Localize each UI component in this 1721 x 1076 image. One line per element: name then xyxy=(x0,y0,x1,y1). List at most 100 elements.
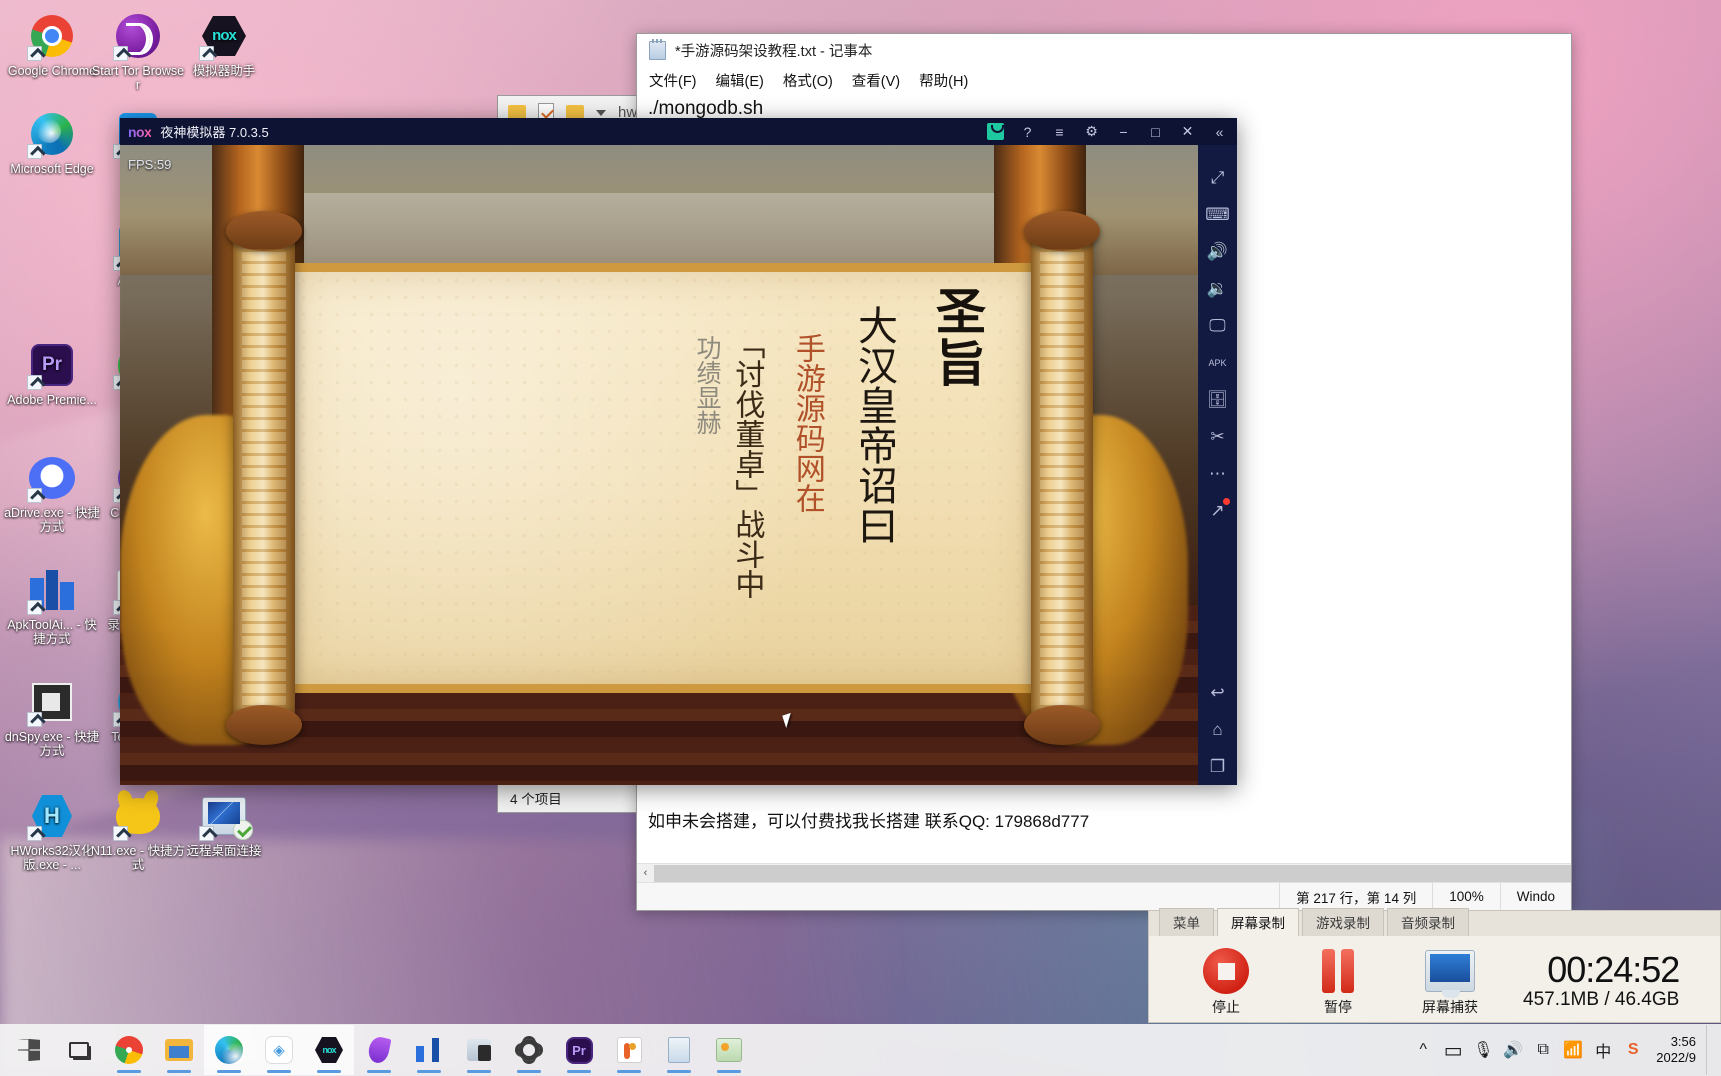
tray-icon-list[interactable]: ^ ▭ 🎙 🔊 ⧉ 📶 中 S xyxy=(1408,1025,1648,1075)
screen-recorder-panel[interactable]: 菜单 屏幕录制 游戏录制 音频录制 停止 暂停 屏幕捕获 00:24:52 457.1… xyxy=(1148,908,1721,1023)
menu-icon[interactable]: ≡ xyxy=(1050,122,1069,141)
zoom-level[interactable]: 100% xyxy=(1432,883,1500,910)
notepad-horizontal-scrollbar[interactable]: ‹ xyxy=(637,863,1571,882)
recorder-tab-1[interactable]: 屏幕录制 xyxy=(1217,908,1299,936)
scroll-rod-right xyxy=(1024,211,1100,745)
store-icon[interactable] xyxy=(986,122,1005,141)
fullscreen-icon[interactable]: ⤢ xyxy=(1198,159,1237,196)
minimize-button[interactable]: − xyxy=(1114,122,1133,141)
notepad-menu-item-2[interactable]: 格式(O) xyxy=(783,70,833,91)
taskbar-file-explorer[interactable] xyxy=(154,1025,204,1075)
collapse-sidebar-button[interactable]: « xyxy=(1210,122,1229,141)
desktop-icon-apktoolai[interactable]: ApkToolAi... - 快捷方式 xyxy=(4,566,100,646)
recorder-tab-3[interactable]: 音频录制 xyxy=(1387,908,1469,936)
desktop-icon-microsoft-edge[interactable]: Microsoft Edge xyxy=(4,110,100,176)
remote-desktop-icon xyxy=(199,792,253,841)
shortcut-arrow-icon xyxy=(113,826,128,841)
pause-icon xyxy=(1295,945,1381,997)
multi-instance-icon[interactable]: 🗄 xyxy=(1198,381,1237,418)
share-export-icon[interactable]: ↗ xyxy=(1198,492,1237,529)
nox-emulator-window[interactable]: nox 夜神模拟器 7.0.3.5 ? ≡ ⚙ − □ ✕ « 圣旨 大汉皇帝诏… xyxy=(120,118,1237,785)
nox-window-controls[interactable]: ? ≡ ⚙ − □ ✕ « xyxy=(986,122,1229,141)
desktop-icon-n11-exe[interactable]: N11.exe - 快捷方式 xyxy=(90,792,186,872)
maximize-button[interactable]: □ xyxy=(1146,122,1165,141)
taskbar-flame-app[interactable] xyxy=(354,1025,404,1075)
taskbar-media[interactable] xyxy=(604,1025,654,1075)
stop-recording-button[interactable]: 停止 xyxy=(1183,945,1269,1017)
taskbar-app-buttons[interactable]: ◈ nox Pr xyxy=(0,1025,754,1075)
taskbar-settings[interactable] xyxy=(504,1025,554,1075)
notepad-title-bar[interactable]: *手游源码架设教程.txt - 记事本 xyxy=(637,34,1571,66)
notepad-menu-bar[interactable]: 文件(F) 编辑(E) 格式(O) 查看(V) 帮助(H) xyxy=(637,66,1571,94)
microphone-icon[interactable]: 🎙 xyxy=(1468,1025,1498,1075)
taskbar-nox[interactable]: nox xyxy=(304,1025,354,1075)
start-button[interactable] xyxy=(4,1025,54,1075)
notepad-menu-item-3[interactable]: 查看(V) xyxy=(852,70,900,91)
install-apk-icon[interactable]: APK xyxy=(1198,344,1237,381)
desktop-icon-label: aDrive.exe - 快捷方式 xyxy=(4,506,100,534)
more-options-icon[interactable]: ⋯ xyxy=(1198,455,1237,492)
taskbar-clash[interactable]: ◈ xyxy=(254,1025,304,1075)
taskbar-chrome[interactable] xyxy=(104,1025,154,1075)
taskbar-device[interactable] xyxy=(454,1025,504,1075)
close-button[interactable]: ✕ xyxy=(1178,122,1197,141)
back-icon[interactable]: ↩ xyxy=(1198,674,1237,711)
shortcut-arrow-icon xyxy=(27,600,42,615)
volume-up-icon[interactable]: 🔊 xyxy=(1198,233,1237,270)
scroll-left-arrow-icon[interactable]: ‹ xyxy=(637,867,654,879)
taskbar-premiere[interactable]: Pr xyxy=(554,1025,604,1075)
imperial-edict-scroll[interactable]: 圣旨 大汉皇帝诏曰 手游源码网在 「讨伐董卓」战斗中 功绩显赫 xyxy=(226,211,1100,745)
screenshot-icon[interactable]: 🖵 xyxy=(1198,307,1237,344)
screen-crop-icon[interactable]: ✂ xyxy=(1198,418,1237,455)
taskbar-edge[interactable] xyxy=(204,1025,254,1075)
notepad-menu-item-1[interactable]: 编辑(E) xyxy=(716,70,764,91)
apktoolai-icon xyxy=(27,566,76,615)
pause-recording-button[interactable]: 暂停 xyxy=(1295,945,1381,1017)
ime-chinese-icon[interactable]: 中 xyxy=(1588,1025,1618,1075)
scrollbar-thumb[interactable] xyxy=(654,864,1571,882)
chevron-down-icon[interactable] xyxy=(596,109,606,116)
desktop-icon-google-chrome[interactable]: Google Chrome xyxy=(4,12,100,78)
settings-gear-icon[interactable]: ⚙ xyxy=(1082,122,1101,141)
recents-icon[interactable]: ❐ xyxy=(1198,748,1237,785)
desktop-icon-dnspy-exe[interactable]: dnSpy.exe - 快捷方式 xyxy=(4,678,100,758)
notepad-menu-item-0[interactable]: 文件(F) xyxy=(649,70,697,91)
notepad-menu-item-4[interactable]: 帮助(H) xyxy=(919,70,968,91)
taskbar-recorder[interactable] xyxy=(704,1025,754,1075)
nox-title-bar[interactable]: nox 夜神模拟器 7.0.3.5 ? ≡ ⚙ − □ ✕ « xyxy=(120,118,1237,145)
system-tray[interactable]: ^ ▭ 🎙 🔊 ⧉ 📶 中 S 3:56 2022/9 xyxy=(1408,1024,1721,1076)
emulator-screen[interactable]: 圣旨 大汉皇帝诏曰 手游源码网在 「讨伐董卓」战斗中 功绩显赫 FPS:59 xyxy=(120,145,1198,785)
recorder-tab-2[interactable]: 游戏录制 xyxy=(1302,908,1384,936)
desktop-icon-adobe-premiere[interactable]: Pr Adobe Premie... xyxy=(4,341,100,407)
sogou-input-icon[interactable]: S xyxy=(1618,1025,1648,1075)
battery-icon[interactable]: ▭ xyxy=(1438,1025,1468,1075)
keyboard-mapping-icon[interactable]: ⌨ xyxy=(1198,196,1237,233)
recorder-tab-bar[interactable]: 菜单 屏幕录制 游戏录制 音频录制 xyxy=(1149,908,1720,936)
monitor-icon xyxy=(1407,945,1493,998)
scroll-cap-icon xyxy=(1024,705,1100,745)
adobe-premiere-icon: Pr xyxy=(27,341,76,390)
screencast-icon[interactable]: ⧉ xyxy=(1528,1025,1558,1075)
desktop-icon-label: N11.exe - 快捷方式 xyxy=(90,844,186,872)
screen-capture-button[interactable]: 屏幕捕获 xyxy=(1407,945,1493,1017)
home-icon[interactable]: ⌂ xyxy=(1198,711,1237,748)
show-desktop-button[interactable] xyxy=(1706,1025,1715,1075)
help-icon[interactable]: ? xyxy=(1018,122,1037,141)
desktop-icon-remote-desktop[interactable]: 远程桌面连接 xyxy=(176,792,272,858)
recorder-tab-0[interactable]: 菜单 xyxy=(1159,908,1214,936)
taskbar-clock[interactable]: 3:56 2022/9 xyxy=(1650,1034,1704,1066)
n11-exe-icon xyxy=(113,792,162,841)
nox-sidebar-toolbar[interactable]: ⤢ ⌨ 🔊 🔉 🖵 APK 🗄 ✂ ⋯ ↗ ↩ ⌂ ❐ xyxy=(1198,145,1237,785)
volume-icon[interactable]: 🔊 xyxy=(1498,1025,1528,1075)
desktop-icon-start-tor-browser[interactable]: Start Tor Browser xyxy=(90,12,186,92)
windows-taskbar[interactable]: ◈ nox Pr ^ ▭ 🎙 🔊 ⧉ 📶 中 S 3:56 2022/9 xyxy=(0,1024,1721,1076)
desktop-icon-nox-assistant[interactable]: nox 模拟器助手 xyxy=(176,12,272,78)
volume-down-icon[interactable]: 🔉 xyxy=(1198,270,1237,307)
task-view-button[interactable] xyxy=(54,1025,104,1075)
show-hidden-icons-icon[interactable]: ^ xyxy=(1408,1025,1438,1075)
desktop-icon-onedrive-exe[interactable]: aDrive.exe - 快捷方式 xyxy=(4,454,100,534)
wifi-icon[interactable]: 📶 xyxy=(1558,1025,1588,1075)
taskbar-notepad[interactable] xyxy=(654,1025,704,1075)
desktop-icon-hworks32[interactable]: H HWorks32汉化版.exe - ... xyxy=(4,792,100,872)
taskbar-apktool[interactable] xyxy=(404,1025,454,1075)
